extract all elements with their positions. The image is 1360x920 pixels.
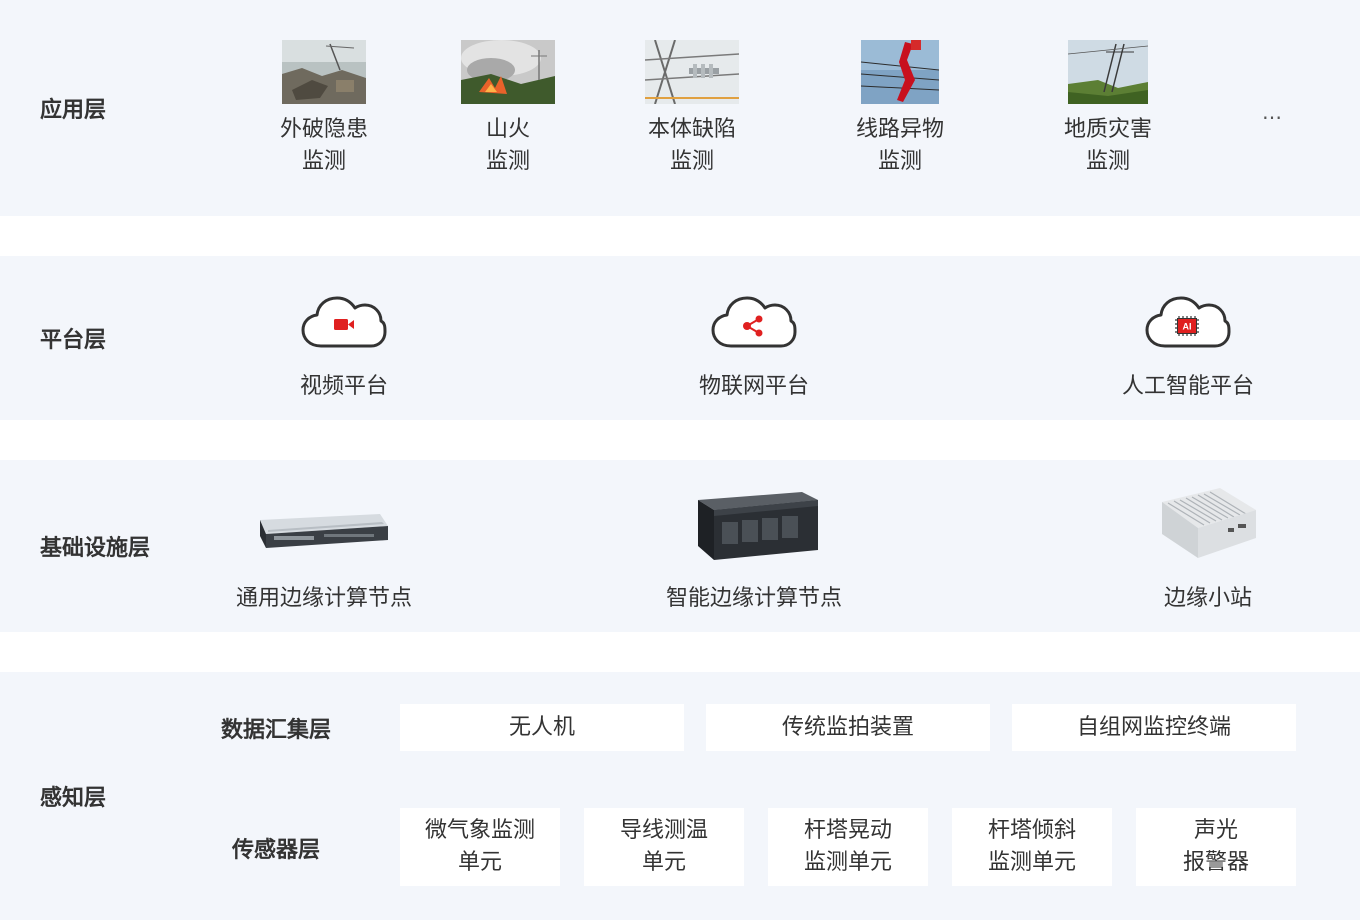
infra-intelligent-edge-node[interactable]: 智能边缘计算节点	[654, 488, 854, 612]
infra-label: 智能边缘计算节点	[665, 586, 842, 611]
sensor-item-sound-light-alarm[interactable]: 声光 报警器	[1136, 808, 1296, 886]
sensor-item-conductor-temp[interactable]: 导线测温 单元	[584, 808, 744, 886]
app-item-subtitle: 监测	[669, 149, 714, 174]
fanless-box-image	[1162, 488, 1256, 558]
sensor-layer-label: 传感器层	[231, 838, 320, 863]
collection-item-label: 自组网监控终端	[1076, 714, 1231, 740]
tower-insulator-photo	[645, 40, 739, 104]
app-item-title: 本体缺陷	[647, 117, 736, 142]
platform-label: 视频平台	[299, 374, 388, 399]
sensor-item-line2: 单元	[641, 850, 686, 875]
infra-edge-mini-station[interactable]: 边缘小站	[1138, 488, 1278, 612]
more-ellipsis[interactable]: …	[1262, 100, 1283, 124]
platform-label: 物联网平台	[698, 374, 809, 399]
application-layer-label: 应用层	[40, 98, 107, 123]
app-item-wildfire[interactable]: 山火 监测	[428, 40, 588, 178]
app-item-subtitle: 监测	[301, 149, 346, 174]
ai-chip-text: AI	[1183, 322, 1192, 332]
app-item-subtitle: 监测	[1085, 149, 1130, 174]
collection-item-traditional-camera[interactable]: 传统监拍装置	[706, 704, 990, 751]
sensor-item-micro-weather[interactable]: 微气象监测 单元	[400, 808, 560, 886]
sensor-item-line1: 导线测温	[619, 818, 708, 843]
collection-item-label: 传统监拍装置	[781, 714, 914, 740]
app-item-title: 外破隐患	[279, 117, 368, 142]
platform-label: 人工智能平台	[1121, 374, 1254, 399]
sensor-item-line2: 监测单元	[803, 850, 892, 875]
perception-layer-label: 感知层	[40, 786, 107, 811]
collection-item-ad-hoc-terminal[interactable]: 自组网监控终端	[1012, 704, 1296, 751]
sensor-item-line1: 声光	[1193, 818, 1238, 843]
app-item-geological-hazard[interactable]: 地质灾害 监测	[1028, 40, 1188, 178]
app-item-title: 地质灾害	[1063, 117, 1152, 142]
app-item-external-damage[interactable]: 外破隐患 监测	[244, 40, 404, 178]
platform-layer-label: 平台层	[40, 328, 107, 353]
sensor-item-line1: 杆塔倾斜	[987, 818, 1076, 843]
app-item-subtitle: 监测	[877, 149, 922, 174]
app-item-title: 山火	[485, 117, 530, 142]
app-item-title: 线路异物	[855, 117, 944, 142]
rack-server-1u-image	[260, 514, 388, 548]
sensor-item-line2: 报警器	[1182, 850, 1249, 875]
data-collection-layer-label: 数据汇集层	[220, 718, 331, 743]
sensor-item-line2: 监测单元	[987, 850, 1076, 875]
sensor-item-tower-sway[interactable]: 杆塔晃动 监测单元	[768, 808, 928, 886]
platform-ai[interactable]: AI 人工智能平台	[1078, 294, 1298, 400]
cloud-video-icon	[301, 296, 387, 348]
infra-general-edge-node[interactable]: 通用边缘计算节点	[224, 488, 424, 612]
platform-iot[interactable]: 物联网平台	[644, 294, 864, 400]
infra-label: 边缘小站	[1163, 586, 1252, 611]
infrastructure-layer-label: 基础设施层	[40, 536, 151, 561]
infra-label: 通用边缘计算节点	[235, 586, 412, 611]
tower-on-hillside-photo	[1068, 40, 1148, 104]
sensor-item-tower-tilt[interactable]: 杆塔倾斜 监测单元	[952, 808, 1112, 886]
foreign-object-on-line-photo	[861, 40, 939, 104]
cloud-iot-icon	[711, 296, 797, 348]
rack-server-4u-image	[698, 492, 818, 560]
app-item-body-defect[interactable]: 本体缺陷 监测	[612, 40, 772, 178]
sensor-item-line1: 杆塔晃动	[803, 818, 892, 843]
collection-item-label: 无人机	[508, 714, 575, 740]
construction-site-photo	[282, 40, 366, 104]
cloud-ai-icon: AI	[1145, 296, 1231, 348]
wildfire-photo	[461, 40, 555, 104]
sensor-item-line1: 微气象监测	[424, 818, 535, 843]
sensor-item-line2: 单元	[457, 850, 502, 875]
collection-item-drone[interactable]: 无人机	[400, 704, 684, 751]
app-item-foreign-object[interactable]: 线路异物 监测	[820, 40, 980, 178]
platform-video[interactable]: 视频平台	[234, 294, 454, 400]
app-item-subtitle: 监测	[485, 149, 530, 174]
